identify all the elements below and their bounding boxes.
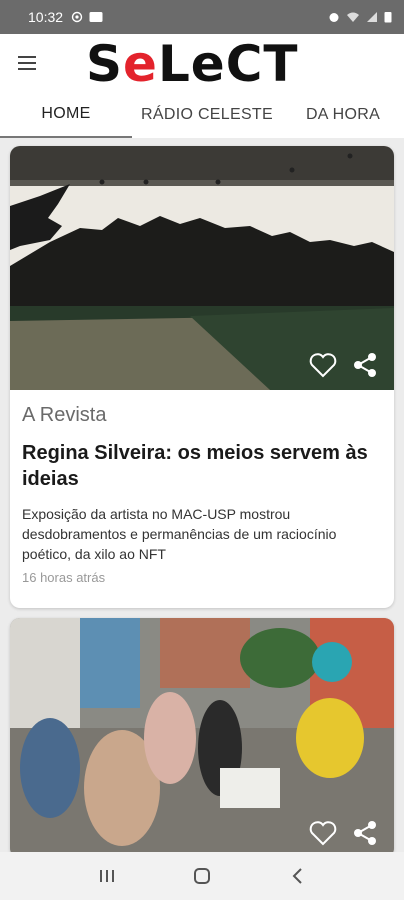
signal-icon [367, 12, 377, 22]
wifi-icon [347, 12, 359, 22]
tab-bar: HOME RÁDIO CELESTE DA HORA [0, 92, 404, 138]
street-photo [10, 618, 394, 852]
app-header: SeLeCT [0, 34, 404, 92]
status-right-icons [328, 11, 392, 23]
article-image[interactable] [10, 146, 394, 390]
logo-accent: e [123, 35, 158, 93]
article-actions [308, 350, 380, 380]
tab-da-hora[interactable]: DA HORA [282, 92, 404, 138]
article-timestamp: 16 horas atrás [22, 570, 106, 585]
article-feed[interactable]: A Revista Regina Silveira: os meios serv… [0, 138, 404, 852]
logo: SeLeCT [86, 36, 299, 92]
heart-icon [309, 821, 337, 846]
share-icon [354, 353, 376, 377]
news-icon [89, 12, 103, 22]
recents-icon [100, 870, 115, 882]
status-bar: 10:32 [0, 0, 404, 34]
system-nav-bar [0, 852, 404, 900]
article-actions [308, 818, 380, 848]
share-button[interactable] [350, 350, 380, 380]
status-left-icons [71, 11, 103, 23]
recents-button[interactable] [87, 856, 127, 896]
back-icon [292, 868, 302, 884]
article-image[interactable] [10, 618, 394, 852]
favorite-button[interactable] [308, 350, 338, 380]
menu-icon[interactable] [16, 52, 38, 74]
article-title[interactable]: Regina Silveira: os meios servem às idei… [22, 440, 384, 492]
battery-icon [384, 12, 392, 23]
at-icon [71, 11, 83, 23]
back-button[interactable] [277, 856, 317, 896]
article-card[interactable] [10, 618, 394, 852]
logo-suffix: LeCT [157, 35, 299, 93]
home-button[interactable] [182, 856, 222, 896]
tab-radio-celeste[interactable]: RÁDIO CELESTE [132, 92, 282, 138]
article-summary: Exposição da artista no MAC-USP mostrou … [22, 506, 337, 562]
share-icon [354, 821, 376, 845]
home-icon [193, 868, 210, 884]
article-section: A Revista [22, 404, 107, 426]
status-time: 10:32 [28, 9, 64, 25]
alarm-icon [329, 13, 339, 22]
share-button[interactable] [350, 818, 380, 848]
logo-prefix: S [86, 35, 124, 93]
favorite-button[interactable] [308, 818, 338, 848]
heart-icon [309, 353, 337, 378]
article-card[interactable]: A Revista Regina Silveira: os meios serv… [10, 146, 394, 608]
tab-home[interactable]: HOME [0, 92, 132, 138]
